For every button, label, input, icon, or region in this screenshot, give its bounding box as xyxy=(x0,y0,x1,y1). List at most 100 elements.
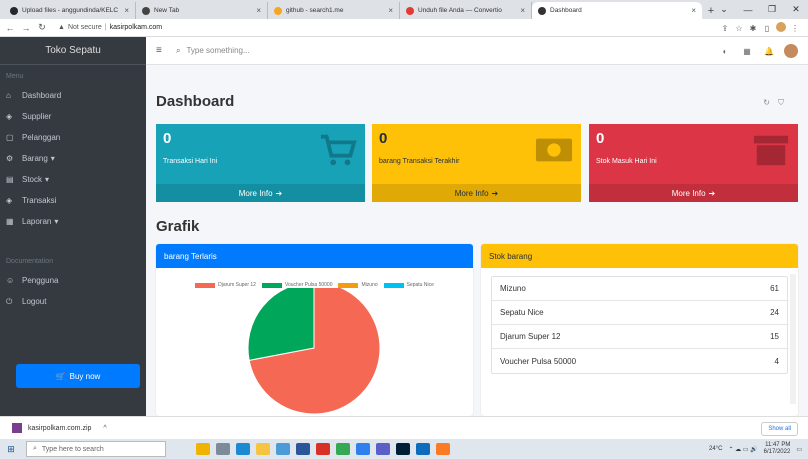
tab-search-icon[interactable]: ⌄ xyxy=(712,4,736,15)
reload-icon[interactable]: ↻ xyxy=(36,22,48,33)
close-tab-icon[interactable]: × xyxy=(256,6,261,15)
sidebar-item-pengguna[interactable]: ☺ Pengguna xyxy=(0,270,146,291)
arrow-circle-right-icon: ➔ xyxy=(708,188,716,198)
sidebar-item-supplier[interactable]: ◈ Supplier xyxy=(0,106,146,127)
browser-tab[interactable]: Upload files - anggundinda/KELC × xyxy=(4,2,136,19)
buy-now-button[interactable]: 🛒 Buy now xyxy=(16,364,140,388)
url-field[interactable]: ▲ Not secure | kasirpolkam.com xyxy=(58,24,162,31)
browser-tab-strip: Upload files - anggundinda/KELC × New Tab… xyxy=(0,0,808,19)
arrow-circle-right-icon: ➔ xyxy=(491,188,499,198)
tray-icons[interactable]: ⌃ ☁ ▭ 🔊 xyxy=(728,446,757,453)
sidebar-item-transaksi[interactable]: ◈ Transaksi xyxy=(0,190,146,211)
profile-avatar[interactable] xyxy=(774,22,788,34)
chart-card: barang Terlaris Djarum Super 12 Voucher … xyxy=(156,244,473,416)
cart-icon xyxy=(320,134,357,166)
sidebar-item-logout[interactable]: ⏻ Logout xyxy=(0,291,146,312)
store-icon[interactable] xyxy=(276,443,290,455)
taskbar-search[interactable]: ⌕ Type here to search xyxy=(26,441,166,457)
browser-tab[interactable]: github - search1.me × xyxy=(268,2,400,19)
legend-swatch xyxy=(383,282,404,288)
more-info-link[interactable]: More Info ➔ xyxy=(372,184,581,202)
brand-title[interactable]: Toko Sepatu xyxy=(0,37,146,65)
info-box-stok-masuk-hari-ini: 0 Stok Masuk Hari Ini More Info ➔ xyxy=(589,124,798,202)
stock-card: Stok barang Mizuno 61 Sepatu Nice 24 Djaru… xyxy=(481,244,798,416)
download-file-name[interactable]: kasirpolkam.com.zip xyxy=(28,425,91,432)
weather-widget-icon[interactable] xyxy=(196,443,210,455)
scrollbar[interactable] xyxy=(790,274,796,404)
xampp-icon[interactable] xyxy=(436,443,450,455)
restore-icon[interactable]: ❐ xyxy=(760,4,784,15)
forward-icon[interactable]: → xyxy=(20,23,32,33)
vscode-icon[interactable] xyxy=(356,443,370,455)
close-window-icon[interactable]: ✕ xyxy=(784,4,808,15)
outlook-icon[interactable] xyxy=(416,443,430,455)
close-tab-icon[interactable]: × xyxy=(691,6,696,15)
close-tab-icon[interactable]: × xyxy=(520,6,525,15)
info-box-label: barang Transaksi Terakhir xyxy=(379,158,460,165)
sidebar-item-laporan[interactable]: ▦ Laporan ▾ xyxy=(0,211,146,232)
cart-icon: 🛒 xyxy=(55,371,66,381)
browser-tab[interactable]: Unduh file Anda — Convertio × xyxy=(400,2,532,19)
chevron-down-icon: ▾ xyxy=(50,154,55,163)
windows-start-icon[interactable]: ⊞ xyxy=(4,444,18,455)
task-view-icon[interactable] xyxy=(216,443,230,455)
notification-icon[interactable]: ▭ xyxy=(796,446,802,453)
more-menu-icon[interactable]: ⋮ xyxy=(788,24,802,33)
list-item: Voucher Pulsa 50000 4 xyxy=(500,356,779,366)
info-box-transaksi-hari-ini: 0 Transaksi Hari Ini More Info ➔ xyxy=(156,124,365,202)
chevron-down-icon: ▾ xyxy=(54,217,59,226)
users-icon: ☺ xyxy=(6,276,15,285)
clock[interactable]: 11:47 PM 6/17/2022 xyxy=(764,442,791,456)
list-item: Mizuno 61 xyxy=(492,277,787,301)
gmail-icon[interactable] xyxy=(316,443,330,455)
screen: Upload files - anggundinda/KELC × New Tab… xyxy=(0,0,808,459)
info-box-barang-transaksi-terakhir: 0 barang Transaksi Terakhir More Info ➔ xyxy=(372,124,581,202)
browser-toolbar-right: ⇪ ☆ ✱ ▯ ⋮ xyxy=(718,19,802,37)
arrow-circle-right-icon: ➔ xyxy=(275,188,283,198)
bookmark-star-icon[interactable]: ☆ xyxy=(732,24,746,33)
pie-slice-voucher-pulsa-50000[interactable] xyxy=(247,281,315,361)
hamburger-menu-icon[interactable]: ≡ xyxy=(156,45,170,56)
user-avatar[interactable] xyxy=(780,44,802,58)
browser-tab[interactable]: New Tab × xyxy=(136,2,268,19)
grid-icon: ▦ xyxy=(6,217,14,226)
chrome-icon xyxy=(142,6,150,15)
explorer-icon[interactable] xyxy=(256,443,270,455)
filter-icon[interactable]: ⛉ xyxy=(778,98,792,107)
back-icon[interactable]: ← xyxy=(4,23,16,33)
search-site-icon xyxy=(274,6,282,15)
close-tab-icon[interactable]: × xyxy=(124,6,129,15)
more-info-link[interactable]: More Info ➔ xyxy=(156,184,365,202)
minimize-icon[interactable]: — xyxy=(736,5,760,15)
word-icon[interactable] xyxy=(296,443,310,455)
info-box-label: Stok Masuk Hari Ini xyxy=(596,158,657,165)
sidebar-item-barang[interactable]: ⚙ Barang ▾ xyxy=(0,148,146,169)
address-bar: ← → ↻ ▲ Not secure | kasirpolkam.com ⇪ ☆… xyxy=(0,19,808,37)
more-info-link[interactable]: More Info ➔ xyxy=(589,184,798,202)
money-icon xyxy=(535,138,573,162)
notification-bell-icon[interactable]: 🔔 xyxy=(758,47,780,56)
teams-icon[interactable] xyxy=(376,443,390,455)
info-box-value: 0 xyxy=(379,130,388,147)
search-input[interactable]: Type something... xyxy=(186,46,249,55)
system-tray: 24°C ⌃ ☁ ▭ 🔊 11:47 PM 6/17/2022 ▭ xyxy=(709,439,802,459)
weather-temp[interactable]: 24°C xyxy=(709,446,722,452)
photoshop-icon[interactable] xyxy=(396,443,410,455)
calendar-icon: ▤ xyxy=(6,175,14,184)
taskbar: ⊞ ⌕ Type here to search 24°C ⌃ ☁ ▭ 🔊 11:4… xyxy=(0,439,808,459)
browser-tab-active[interactable]: Dashboard × xyxy=(532,2,702,19)
chrome-icon[interactable] xyxy=(336,443,350,455)
share-icon[interactable]: ⇪ xyxy=(718,24,732,33)
show-all-button[interactable]: Show all xyxy=(761,422,798,436)
sidebar-item-pelanggan[interactable]: ▢ Pelanggan xyxy=(0,127,146,148)
edge-icon[interactable] xyxy=(236,443,250,455)
sidebar-item-stock[interactable]: ▤ Stock ▾ xyxy=(0,169,146,190)
chevron-up-icon[interactable]: ^ xyxy=(103,425,106,432)
sidepanel-icon[interactable]: ▯ xyxy=(760,24,774,33)
close-tab-icon[interactable]: × xyxy=(388,6,393,15)
extensions-icon[interactable]: ✱ xyxy=(746,24,760,33)
theme-toggle-icon[interactable]: ◐ xyxy=(714,47,736,56)
sidebar-item-dashboard[interactable]: ⌂ Dashboard xyxy=(0,85,146,106)
apps-grid-icon[interactable]: ▦ xyxy=(736,47,758,56)
refresh-icon[interactable]: ↻ xyxy=(763,98,778,107)
